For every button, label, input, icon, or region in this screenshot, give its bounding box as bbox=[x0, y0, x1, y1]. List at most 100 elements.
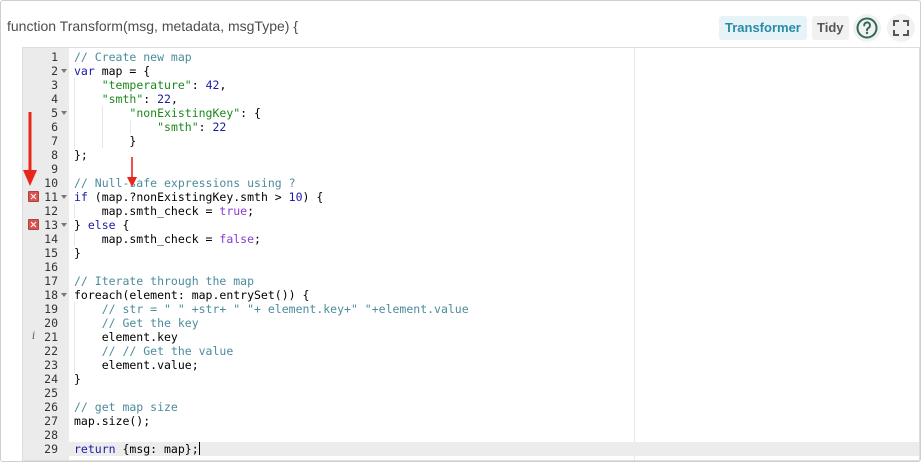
code-text[interactable]: element.key bbox=[74, 330, 178, 344]
line-number: 26 bbox=[44, 400, 58, 414]
fullscreen-button[interactable] bbox=[887, 14, 915, 42]
transformer-button[interactable]: Transformer bbox=[719, 16, 807, 40]
code-line[interactable]: 1 // Create new map bbox=[23, 50, 919, 64]
code-text[interactable]: "nonExistingKey": { bbox=[74, 106, 261, 120]
code-line[interactable]: 11 if (map.?nonExistingKey.smth > 10) { bbox=[23, 190, 919, 204]
code-line[interactable]: 6 "smth": 22 bbox=[23, 120, 919, 134]
code-line[interactable]: 24} bbox=[23, 372, 919, 386]
code-line[interactable]: 18 foreach(element: map.entrySet()) { bbox=[23, 288, 919, 302]
function-editor-panel: function Transform(msg, metadata, msgTyp… bbox=[0, 0, 921, 462]
code-line[interactable]: 27 map.size(); bbox=[23, 414, 919, 428]
code-line[interactable]: 25 bbox=[23, 386, 919, 400]
code-line[interactable]: 28 bbox=[23, 428, 919, 442]
code-text[interactable]: var map = { bbox=[74, 64, 150, 78]
code-token: // get map size bbox=[74, 400, 178, 414]
code-text[interactable]: "smth": 22 bbox=[74, 120, 226, 134]
code-line[interactable]: 9 bbox=[23, 162, 919, 176]
code-token: 22 bbox=[212, 120, 227, 134]
code-line[interactable]: 29 return {msg: map}; bbox=[23, 442, 919, 456]
code-line[interactable]: 12 map.smth_check = true; bbox=[23, 204, 919, 218]
code-text[interactable]: // Null-safe expressions using ? bbox=[74, 176, 296, 190]
line-number: 19 bbox=[44, 302, 58, 316]
code-line[interactable]: 2 var map = { bbox=[23, 64, 919, 78]
fold-arrow-icon[interactable] bbox=[60, 288, 68, 302]
code-token: "smth" bbox=[101, 92, 144, 106]
code-text[interactable]: if (map.?nonExistingKey.smth > 10) { bbox=[74, 190, 323, 204]
code-text[interactable]: map.size(); bbox=[74, 414, 150, 428]
line-number: 15 bbox=[44, 246, 58, 260]
code-line[interactable]: 20 // Get the key bbox=[23, 316, 919, 330]
line-number: 14 bbox=[44, 232, 58, 246]
line-number: 1 bbox=[51, 50, 58, 64]
fold-arrow-icon[interactable] bbox=[60, 64, 68, 78]
code-text[interactable]: } bbox=[74, 246, 81, 260]
code-token: // Create new map bbox=[74, 50, 192, 64]
code-line[interactable]: i 21 element.key bbox=[23, 330, 919, 344]
fullscreen-icon bbox=[893, 20, 909, 36]
code-line[interactable]: 7 } bbox=[23, 134, 919, 148]
code-token: var bbox=[74, 64, 95, 78]
code-line[interactable]: 22 // // Get the value bbox=[23, 344, 919, 358]
code-text[interactable]: // get map size bbox=[74, 400, 178, 414]
code-text[interactable]: } bbox=[74, 372, 81, 386]
code-text[interactable]: // Get the key bbox=[74, 316, 199, 330]
code-line[interactable]: 16 bbox=[23, 260, 919, 274]
code-line[interactable]: 26 // get map size bbox=[23, 400, 919, 414]
code-text[interactable]: return {msg: map}; bbox=[74, 442, 200, 456]
help-button[interactable] bbox=[853, 14, 881, 42]
fold-arrow-icon[interactable] bbox=[60, 190, 68, 204]
code-text[interactable]: // Create new map bbox=[74, 50, 192, 64]
code-token: map.smth_check = bbox=[74, 204, 220, 218]
annotation-arrow-icon bbox=[127, 157, 137, 187]
code-text[interactable]: // Iterate through the map bbox=[74, 274, 254, 288]
code-line[interactable]: 17 // Iterate through the map bbox=[23, 274, 919, 288]
code-text[interactable]: // str = " " +str+ " "+ element.key+" "+… bbox=[74, 302, 469, 316]
code-token: : bbox=[143, 92, 158, 106]
code-text[interactable]: map.smth_check = true; bbox=[74, 204, 254, 218]
code-text[interactable]: foreach(element: map.entrySet()) { bbox=[74, 288, 309, 302]
code-text[interactable]: } bbox=[74, 134, 136, 148]
code-text[interactable]: "smth": 22, bbox=[74, 92, 178, 106]
code-text[interactable]: element.value; bbox=[74, 358, 199, 372]
code-editor[interactable]: 1 // Create new map 2 var map = {3 "tempera… bbox=[22, 47, 920, 461]
code-token: element.key bbox=[74, 330, 178, 344]
code-line[interactable]: 19 // str = " " +str+ " "+ element.key+"… bbox=[23, 302, 919, 316]
fold-arrow-icon[interactable] bbox=[60, 106, 68, 120]
line-number: 20 bbox=[44, 316, 58, 330]
code-text[interactable]: }; bbox=[74, 148, 88, 162]
code-token: } bbox=[74, 218, 88, 232]
code-text[interactable]: // // Get the value bbox=[74, 344, 234, 358]
code-text[interactable]: } else { bbox=[74, 218, 129, 232]
code-text[interactable]: map.smth_check = false; bbox=[74, 232, 261, 246]
code-token: map.size(); bbox=[74, 414, 151, 428]
line-number: 2 bbox=[51, 64, 58, 78]
code-token: "temperature" bbox=[101, 78, 192, 92]
line-number: 29 bbox=[44, 442, 58, 456]
code-text[interactable]: "temperature": 42, bbox=[74, 78, 227, 92]
code-token: , bbox=[170, 92, 178, 106]
line-number: 25 bbox=[44, 386, 58, 400]
code-token: "nonExistingKey" bbox=[129, 106, 241, 120]
code-line[interactable]: 14 map.smth_check = false; bbox=[23, 232, 919, 246]
code-line[interactable]: 15} bbox=[23, 246, 919, 260]
code-token: }; bbox=[74, 148, 88, 162]
code-line[interactable]: 10// Null-safe expressions using ? bbox=[23, 176, 919, 190]
code-line[interactable]: 3 "temperature": 42, bbox=[23, 78, 919, 92]
tidy-button[interactable]: Tidy bbox=[812, 16, 849, 40]
code-token: { bbox=[115, 218, 130, 232]
code-token: // // Get the value bbox=[101, 344, 234, 358]
code-line[interactable]: 8}; bbox=[23, 148, 919, 162]
code-line[interactable]: 5 "nonExistingKey": { bbox=[23, 106, 919, 120]
fold-arrow-icon[interactable] bbox=[60, 218, 68, 232]
code-line[interactable]: 13} else { bbox=[23, 218, 919, 232]
code-line[interactable]: 23 element.value; bbox=[23, 358, 919, 372]
code-token: // Null-safe expressions using ? bbox=[74, 176, 296, 190]
line-number: 16 bbox=[44, 260, 58, 274]
code-line[interactable]: 4 "smth": 22, bbox=[23, 92, 919, 106]
function-signature: function Transform(msg, metadata, msgTyp… bbox=[7, 18, 299, 34]
